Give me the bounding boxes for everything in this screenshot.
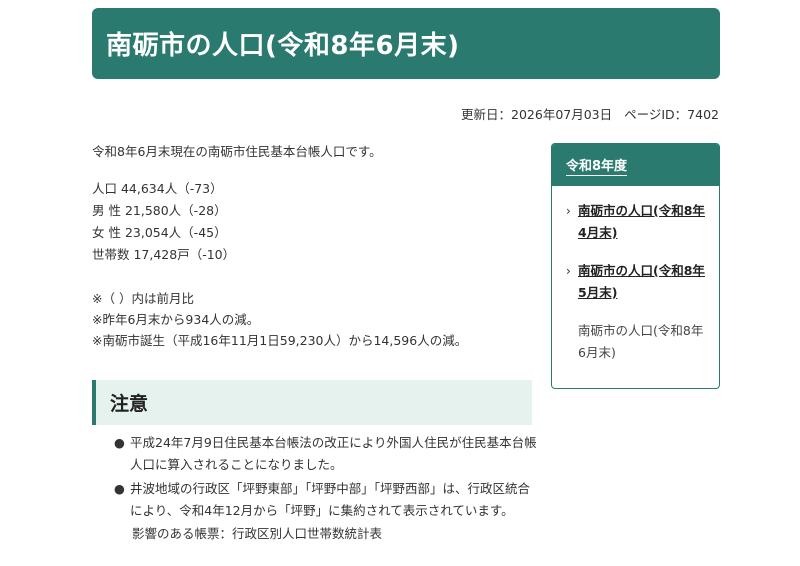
notice-item: ● 平成24年7月9日住民基本台帳法の改正により外国人住民が住民基本台帳人口に算…	[112, 432, 542, 476]
stat-female: 女 性 23,054人（-45）	[92, 225, 227, 240]
sidebar-item-april: › 南砺市の人口(令和8年4月末)	[566, 200, 709, 244]
page-meta: 更新日：2026年07月03日 ページID：7402	[453, 104, 719, 123]
notice-item-text: 平成24年7月9日住民基本台帳法の改正により外国人住民が住民基本台帳人口に算入さ…	[130, 435, 537, 472]
page-id: ページID：7402	[624, 107, 719, 122]
notice-heading: 注意	[110, 393, 149, 415]
main-content: 令和8年6月末現在の南砺市住民基本台帳人口です。 人口 44,634人（-73）…	[92, 142, 532, 351]
sidebar-item-may: › 南砺市の人口(令和8年5月末)	[566, 260, 709, 304]
population-stats: 人口 44,634人（-73） 男 性 21,580人（-28） 女 性 23,…	[92, 178, 532, 266]
note-item: ※（ ）内は前月比	[92, 291, 194, 306]
sidebar-link-april[interactable]: 南砺市の人口(令和8年4月末)	[578, 203, 705, 240]
notice-list: ● 平成24年7月9日住民基本台帳法の改正により外国人住民が住民基本台帳人口に算…	[112, 432, 542, 524]
updated-date: 更新日：2026年07月03日	[461, 107, 613, 122]
chevron-right-icon: ›	[566, 264, 571, 278]
page: 南砺市の人口(令和8年6月末) 更新日：2026年07月03日 ページID：74…	[0, 0, 800, 566]
sidebar-header: 令和8年度	[552, 144, 719, 186]
intro-text: 令和8年6月末現在の南砺市住民基本台帳人口です。	[92, 144, 382, 159]
stat-male: 男 性 21,580人（-28）	[92, 203, 227, 218]
title-banner: 南砺市の人口(令和8年6月末)	[92, 8, 720, 79]
sidebar-link-may[interactable]: 南砺市の人口(令和8年5月末)	[578, 263, 705, 300]
notice-item-text: 井波地域の行政区「坪野東部」「坪野中部」「坪野西部」は、行政区統合により、令和4…	[130, 481, 531, 518]
population-notes: ※（ ）内は前月比 ※昨年6月末から934人の減。 ※南砺市誕生（平成16年11…	[92, 288, 532, 351]
sidebar-item-june-current: 南砺市の人口(令和8年6月末)	[578, 323, 704, 360]
sidebar-header-label: 令和8年度	[566, 155, 628, 176]
bullet-icon: ●	[114, 481, 125, 496]
stat-households: 世帯数 17,428戸（-10）	[92, 247, 236, 262]
page-title: 南砺市の人口(令和8年6月末)	[106, 31, 460, 61]
notice-item: ● 井波地域の行政区「坪野東部」「坪野中部」「坪野西部」は、行政区統合により、令…	[112, 478, 542, 522]
sidebar-list: › 南砺市の人口(令和8年4月末) › 南砺市の人口(令和8年5月末) 南砺市の…	[552, 186, 719, 364]
impact-note: 影響のある帳票：行政区別人口世帯数統計表	[132, 526, 383, 541]
note-item: ※南砺市誕生（平成16年11月1日59,230人）から14,596人の減。	[92, 333, 468, 348]
note-item: ※昨年6月末から934人の減。	[92, 312, 260, 327]
sidebar-nav: 令和8年度 › 南砺市の人口(令和8年4月末) › 南砺市の人口(令和8年5月末…	[551, 143, 720, 389]
bullet-icon: ●	[114, 435, 125, 450]
notice-heading-box: 注意	[92, 380, 532, 425]
stat-population: 人口 44,634人（-73）	[92, 181, 223, 196]
chevron-right-icon: ›	[566, 204, 571, 218]
